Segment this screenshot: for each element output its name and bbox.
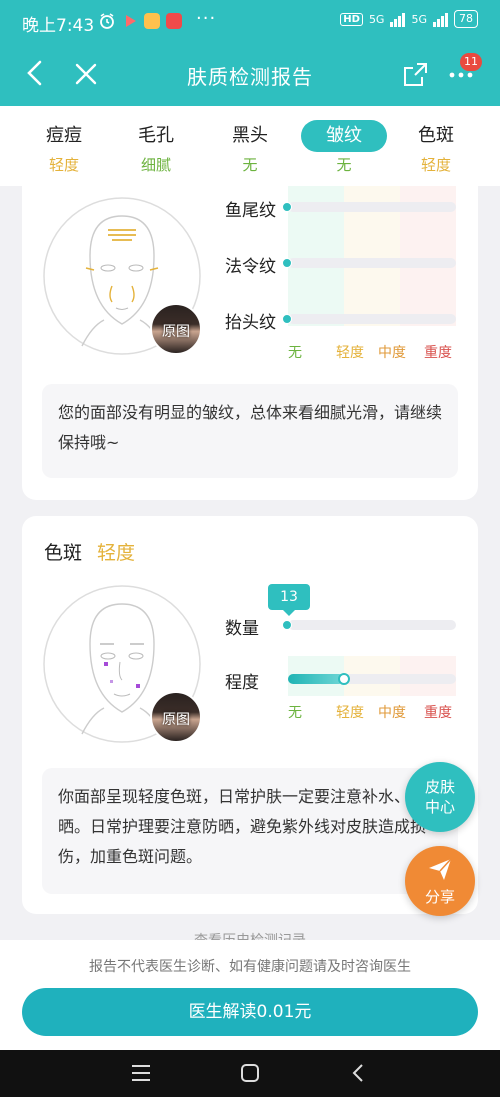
tab-label: 皱纹 [301, 120, 387, 152]
doctor-interpretation-button[interactable]: 医生解读0.01元 [22, 988, 478, 1036]
tab-spots[interactable]: 色斑 轻度 [386, 106, 486, 186]
status-indicators: HD 5G 5G 78 [340, 10, 478, 28]
network-5g-label-1: 5G [368, 12, 385, 26]
wrinkles-note: 您的面部没有明显的皱纹，总体来看细腻光滑，请继续保持哦~ [42, 384, 458, 478]
menu-icon[interactable] [130, 1063, 152, 1083]
share-button[interactable]: 分享 [405, 846, 475, 916]
tab-acne[interactable]: 痘痘 轻度 [14, 106, 114, 186]
more-notifications-icon: ··· [196, 8, 217, 29]
tab-wrinkles[interactable]: 皱纹 无 [300, 106, 400, 186]
crows-feet-track [288, 202, 456, 212]
spot-quantity-track [288, 620, 456, 630]
notes-app-icon [144, 13, 160, 29]
scale-mild: 轻度 [336, 705, 364, 721]
tab-label: 色斑 [418, 125, 454, 146]
original-photo-label: 原图 [162, 324, 190, 340]
forehead-lines-marker [282, 314, 292, 324]
tab-level: 无 [336, 156, 352, 174]
status-time: 晚上7:43 [22, 16, 95, 36]
tab-level: 轻度 [420, 156, 451, 174]
tab-label: 痘痘 [46, 125, 82, 146]
spots-card: 色斑 轻度 原图 13 数量 程度 无 轻度 中度 重度 你面部呈现轻度色斑，日… [22, 516, 478, 914]
skin-center-label-1: 皮肤 [424, 778, 455, 796]
spot-quantity-label: 数量 [225, 619, 259, 639]
tab-pores[interactable]: 毛孔 细腻 [106, 106, 206, 186]
tab-level: 轻度 [48, 156, 79, 174]
spot-degree-fill [288, 674, 344, 684]
signal-icon [390, 11, 406, 27]
scale-mild: 轻度 [336, 345, 364, 361]
tab-blackheads[interactable]: 黑头 无 [200, 106, 300, 186]
network-5g-label-2: 5G [411, 12, 427, 26]
nasolabial-track [288, 258, 456, 268]
original-photo-avatar[interactable]: 原图 [150, 303, 202, 355]
nav-bar: 肤质检测报告 [0, 44, 500, 106]
disclaimer-text: 报告不代表医生诊断、如有健康问题请及时咨询医生 [89, 959, 411, 975]
forehead-lines-label: 抬头纹 [225, 313, 276, 333]
crows-feet-marker [282, 202, 292, 212]
notification-badge: 11 [460, 53, 482, 71]
spots-level: 轻度 [97, 542, 136, 564]
scale-none: 无 [288, 705, 302, 721]
tab-level: 细腻 [140, 156, 171, 174]
scale-severe: 重度 [424, 705, 452, 721]
category-tabs: 痘痘 轻度 毛孔 细腻 黑头 无 皱纹 无 色斑 轻度 [0, 106, 500, 186]
system-nav-bar [0, 1050, 500, 1097]
share-icon[interactable] [400, 60, 430, 90]
send-icon [429, 858, 452, 880]
original-photo-label: 原图 [162, 712, 190, 728]
scale-moderate: 中度 [378, 345, 406, 361]
battery-icon: 78 [454, 10, 478, 28]
home-icon[interactable] [240, 1063, 260, 1083]
spots-title: 色斑 [44, 542, 83, 564]
spot-degree-marker [338, 673, 350, 685]
video-app-icon [126, 15, 136, 27]
status-app-icons [98, 12, 182, 30]
tab-level: 无 [242, 156, 258, 174]
alarm-icon [100, 13, 114, 29]
share-label: 分享 [424, 888, 455, 906]
forehead-lines-track [288, 314, 456, 324]
spots-note: 你面部呈现轻度色斑，日常护肤一定要注意补水、防晒。日常护理要注意防晒，避免紫外线… [42, 768, 458, 894]
spot-count-badge: 13 [268, 584, 310, 616]
footer: 报告不代表医生诊断、如有健康问题请及时咨询医生 医生解读0.01元 [0, 940, 500, 1050]
nasolabial-label: 法令纹 [225, 257, 276, 277]
spot-degree-label: 程度 [225, 673, 259, 693]
shop-app-icon [166, 13, 182, 29]
scale-none: 无 [288, 345, 302, 361]
history-link[interactable]: 查看历史检测记录 [0, 930, 500, 940]
crows-feet-label: 鱼尾纹 [225, 201, 276, 221]
status-bar: 晚上7:43 ··· HD 5G 5G 78 [0, 0, 500, 44]
scale-severe: 重度 [424, 345, 452, 361]
skin-center-label-2: 中心 [424, 798, 455, 816]
tab-label: 黑头 [232, 125, 268, 146]
spot-quantity-marker [282, 620, 292, 630]
skin-center-button[interactable]: 皮肤 中心 [405, 762, 475, 832]
original-photo-avatar[interactable]: 原图 [150, 691, 202, 743]
hd-icon: HD [340, 12, 363, 26]
scale-moderate: 中度 [378, 705, 406, 721]
system-back-icon[interactable] [350, 1063, 366, 1083]
tab-label: 毛孔 [138, 125, 174, 146]
nasolabial-marker [282, 258, 292, 268]
wrinkles-card: 原图 鱼尾纹 法令纹 抬头纹 无 轻度 中度 重度 您的面部没有明显的皱纹，总体… [22, 186, 478, 500]
signal-icon-2 [433, 11, 448, 27]
